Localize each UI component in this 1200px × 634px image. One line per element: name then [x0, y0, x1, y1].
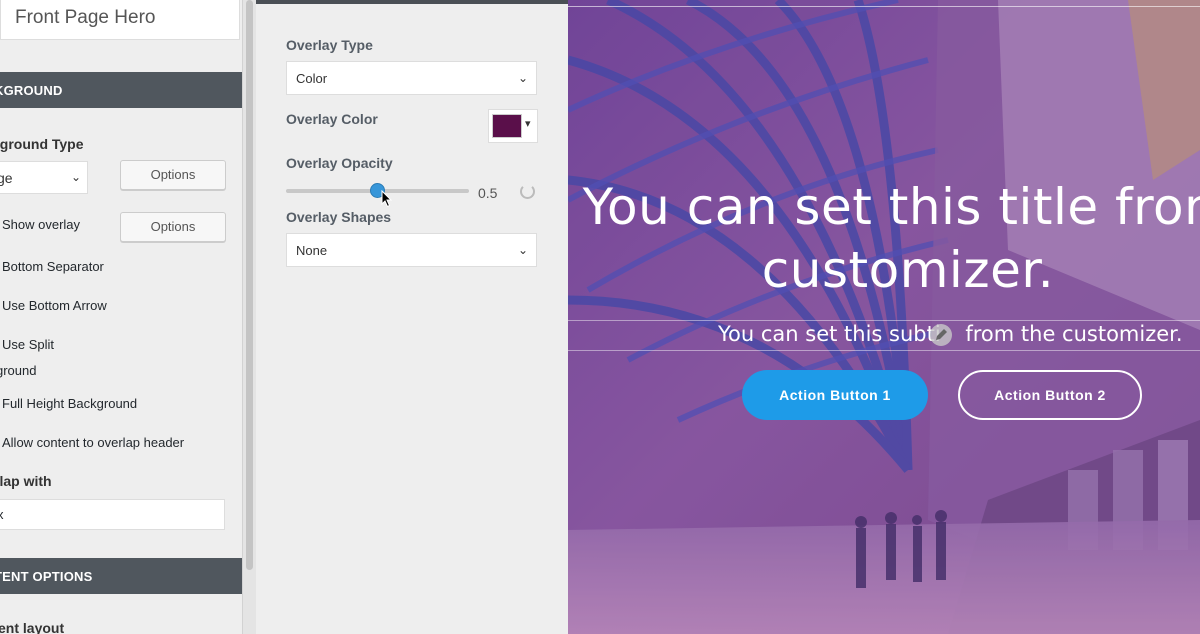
caret-down-icon[interactable]: ▾: [525, 117, 531, 130]
site-preview: You can set this title from customizer. …: [568, 0, 1200, 634]
action-button-2[interactable]: Action Button 2: [958, 370, 1142, 420]
subtitle-text-right: from the customizer.: [958, 322, 1183, 346]
customizer-left-panel: Front Page Hero KGROUND kground Type ge …: [0, 0, 242, 634]
hero-name-field[interactable]: Front Page Hero: [0, 0, 240, 40]
pencil-edit-icon[interactable]: [930, 324, 952, 346]
show-overlay-label[interactable]: Show overlay: [2, 217, 80, 232]
opacity-value: 0.5: [478, 185, 498, 201]
full-height-label[interactable]: Full Height Background: [2, 396, 137, 411]
bottom-arrow-label[interactable]: Use Bottom Arrow: [2, 298, 107, 313]
subtitle-text-left: You can set this subti: [718, 322, 941, 346]
hero-title[interactable]: You can set this title from customizer.: [568, 176, 1200, 302]
color-swatch[interactable]: [492, 114, 522, 138]
background-type-label: kground Type: [0, 136, 84, 152]
overlay-shapes-label: Overlay Shapes: [286, 209, 392, 225]
mouse-pointer-icon: [381, 190, 393, 208]
section-header-background[interactable]: KGROUND: [0, 72, 242, 108]
allow-overlap-label[interactable]: Allow content to overlap header: [2, 435, 184, 450]
content-layout-label: ent layout: [0, 620, 65, 634]
overlay-color-label: Overlay Color: [286, 111, 378, 127]
overlap-with-label: rlap with: [0, 473, 52, 489]
overlay-settings-panel: Overlay Type Color ⌄ Overlay Color ▾ Ove…: [256, 0, 568, 634]
overlay-type-select[interactable]: Color ⌄: [286, 61, 537, 95]
scrollbar-thumb[interactable]: [246, 0, 253, 570]
split-background-label: ground: [0, 363, 37, 378]
overlay-opacity-label: Overlay Opacity: [286, 155, 393, 171]
overlay-shapes-value: None: [296, 243, 328, 258]
use-split-label[interactable]: Use Split: [2, 337, 54, 352]
background-options-button[interactable]: Options: [120, 160, 226, 190]
subtitle-top-border: [568, 320, 1200, 321]
hero-title-line-2: customizer.: [761, 241, 1055, 299]
overlay-color-picker[interactable]: ▾: [488, 109, 538, 143]
bottom-separator-label[interactable]: Bottom Separator: [2, 259, 104, 274]
section-header-content-options[interactable]: TENT OPTIONS: [0, 558, 242, 594]
background-type-value: ge: [0, 170, 13, 186]
chevron-down-icon: ⌄: [517, 71, 528, 85]
chevron-down-icon: ⌄: [517, 243, 528, 257]
hero-background-image: [568, 0, 1200, 634]
reset-icon[interactable]: [520, 184, 535, 199]
subtitle-bottom-border: [568, 350, 1200, 351]
preview-top-line: [568, 6, 1200, 7]
left-panel-scrollbar[interactable]: [242, 0, 256, 634]
background-type-select[interactable]: ge ⌄: [0, 161, 88, 194]
action-button-1[interactable]: Action Button 1: [742, 370, 928, 420]
overlay-options-button[interactable]: Options: [120, 212, 226, 242]
overlap-with-input[interactable]: x: [0, 499, 225, 530]
overlay-type-value: Color: [296, 71, 328, 86]
chevron-down-icon: ⌄: [70, 170, 81, 184]
overlay-shapes-select[interactable]: None ⌄: [286, 233, 537, 267]
hero-title-line-1: You can set this title from: [582, 178, 1200, 236]
overlay-type-label: Overlay Type: [286, 37, 373, 53]
